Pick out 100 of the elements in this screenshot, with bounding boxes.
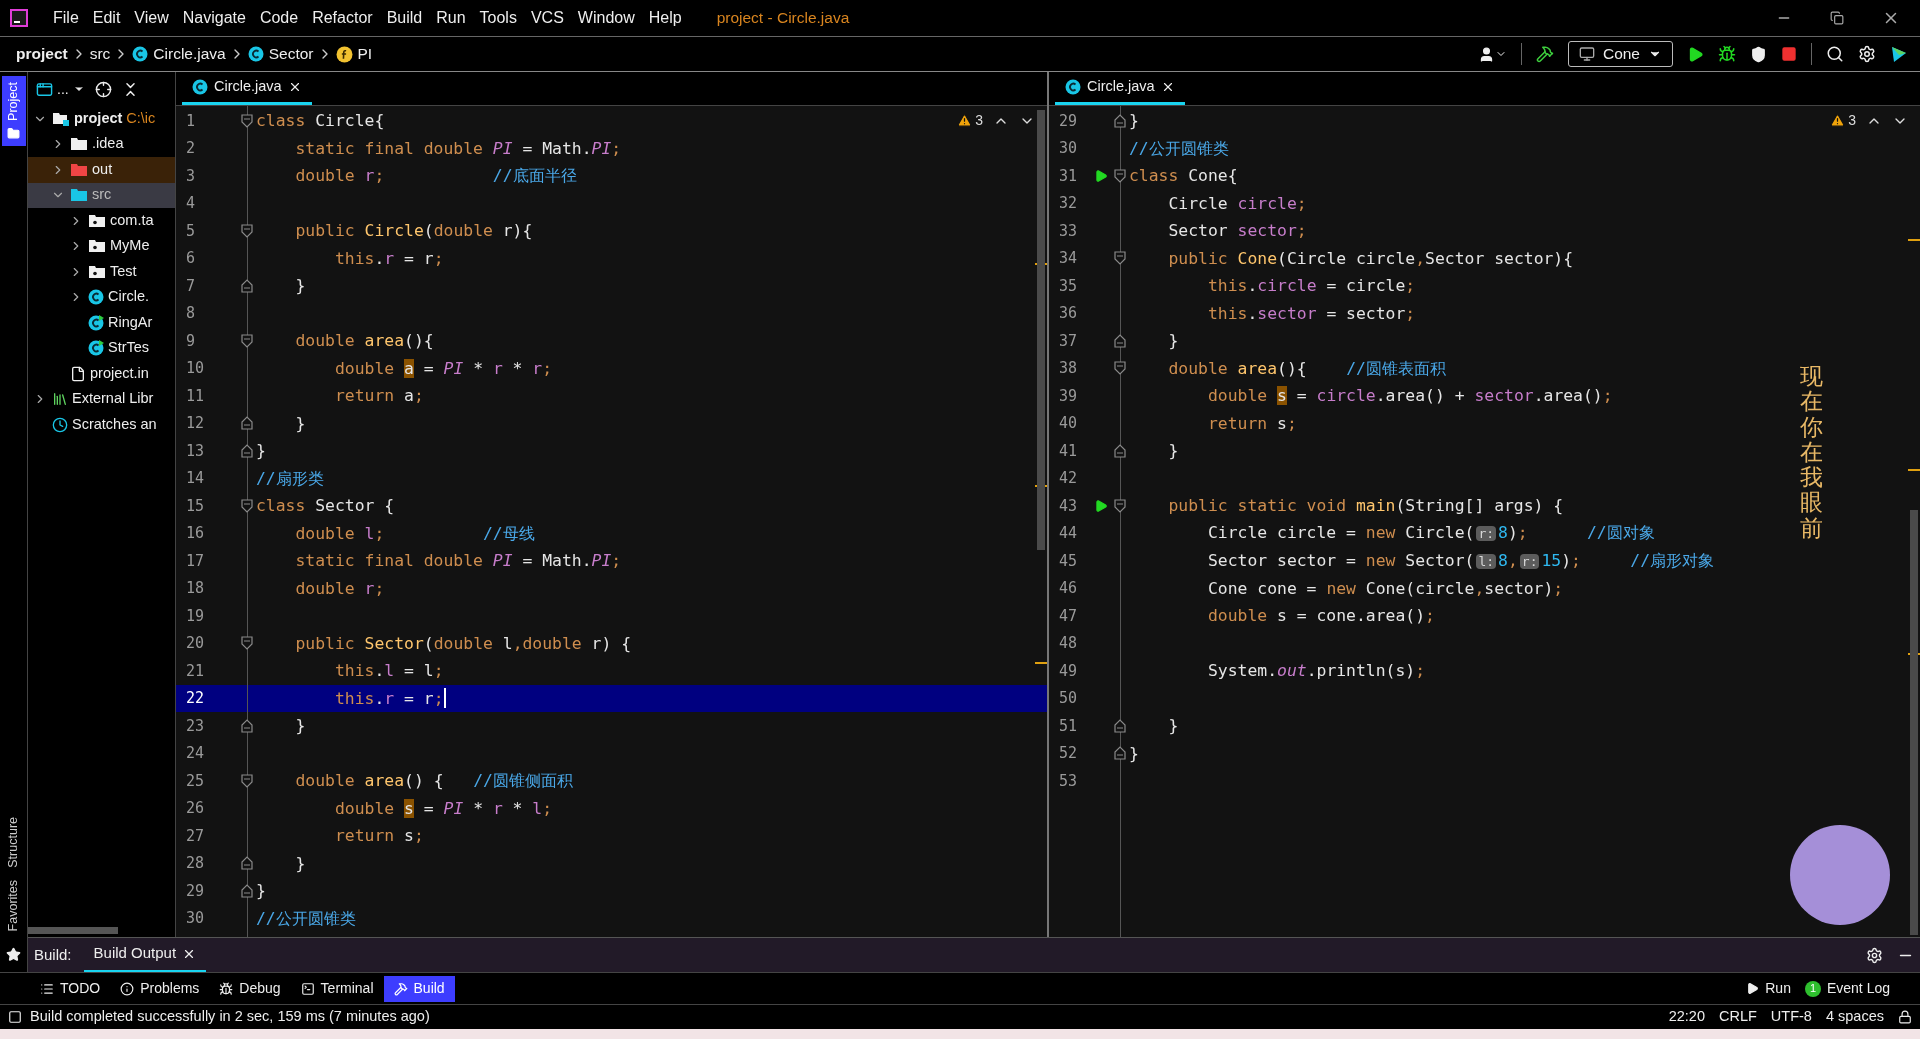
fold-marker-icon[interactable] [1114,746,1126,761]
tool-window-tab[interactable]: 1 Event Log [1804,978,1890,999]
tree-item-label[interactable]: src [92,184,112,207]
fold-marker-icon[interactable] [241,443,253,458]
warning-count[interactable]: 3 [957,110,983,131]
scrollbar-thumb[interactable] [1037,110,1045,550]
tool-window-tab[interactable]: Build [383,975,455,1002]
fold-marker-icon[interactable] [1114,333,1126,348]
tree-item-label[interactable]: RingAr [108,311,153,334]
menu-item[interactable]: VCS [523,6,571,30]
lock-icon[interactable] [1898,1010,1912,1024]
fold-marker-icon[interactable] [1114,113,1126,128]
side-tab[interactable]: Project [1,76,26,146]
tree-item-label[interactable]: com.ta [110,209,154,232]
tree-item-label[interactable]: Circle. [108,286,150,309]
fold-marker-icon[interactable] [241,113,253,128]
tree-item-label[interactable]: Test [110,260,137,283]
tool-window-tab[interactable]: Terminal [290,975,384,1002]
fold-marker-icon[interactable] [241,883,253,898]
status-item[interactable]: UTF-8 [1770,1006,1812,1028]
warning-count[interactable]: 3 [1830,110,1856,131]
hammer-icon[interactable] [1535,45,1554,63]
app-logo-icon [10,9,28,27]
fold-marker-icon[interactable] [241,498,253,513]
tree-item-label[interactable]: project [74,107,123,130]
tree-item-label[interactable]: Scratches an [72,413,157,436]
search-icon[interactable] [1826,45,1844,63]
code-line: Circle circle; [1167,192,1307,215]
breadcrumb[interactable]: src [89,42,111,66]
fold-marker-icon[interactable] [241,223,253,238]
menu-item[interactable]: Build [379,6,430,30]
logo-icon[interactable] [1890,45,1908,63]
breadcrumb[interactable]: Circle.java [132,42,226,66]
fold-marker-icon[interactable] [1114,718,1126,733]
line-number: 28 [185,853,206,874]
fold-marker-icon[interactable] [1114,168,1126,183]
menu-item[interactable]: Edit [85,6,128,30]
build-output-tab[interactable]: Build Output [83,937,207,973]
menu-item[interactable]: Help [641,6,689,30]
line-number: 29 [1058,110,1079,132]
side-tab[interactable]: Favorites [1,873,26,937]
menu-item[interactable]: View [127,6,176,30]
settings-icon[interactable] [1858,45,1876,63]
menu-item[interactable]: Tools [472,6,524,30]
stop-icon[interactable] [1781,46,1797,62]
fold-marker-icon[interactable] [241,278,253,293]
tool-window-tab[interactable]: Debug [209,975,291,1002]
fold-marker-icon[interactable] [241,718,253,733]
breadcrumb[interactable]: project [16,42,68,66]
fold-marker-icon[interactable] [1114,251,1126,266]
tool-window-tab[interactable]: Problems [110,975,210,1002]
tree-item-label[interactable]: .idea [92,133,124,156]
tree-item-label[interactable]: out [92,158,113,181]
status-item[interactable]: CRLF [1719,1006,1757,1028]
side-tab[interactable]: Structure [1,810,26,874]
run-config-dropdown[interactable]: Cone [1567,41,1673,67]
debug-icon[interactable] [1718,45,1736,63]
locate-icon[interactable] [94,80,112,98]
editor-tab[interactable]: Circle.java [182,72,312,105]
fold-marker-icon[interactable] [241,636,253,651]
settings-icon[interactable] [1866,946,1883,964]
menu-item[interactable]: Navigate [175,6,253,30]
run-icon[interactable] [1094,498,1108,513]
tool-window-tab[interactable]: TODO [30,975,111,1002]
fold-marker-icon[interactable] [241,773,253,788]
editor-tab[interactable]: Circle.java [1055,72,1185,105]
panel-toggle-icon[interactable] [8,1010,22,1024]
star-icon[interactable] [6,947,21,962]
view-dropdown[interactable]: ... [36,78,85,100]
tree-item-label[interactable]: project.in [90,362,149,385]
tree-item-label[interactable]: StrTes [108,337,150,360]
tree-item-label[interactable]: External Libr [72,388,154,411]
fold-marker-icon[interactable] [1114,361,1126,376]
status-item[interactable]: 4 spaces [1825,1006,1884,1028]
menu-item[interactable]: Code [252,6,306,30]
fold-marker-icon[interactable] [1114,498,1126,513]
restore-icon[interactable] [1830,11,1844,25]
line-number: 24 [185,743,206,764]
menu-item[interactable]: File [46,6,86,30]
fold-marker-icon[interactable] [1114,443,1126,458]
fold-marker-icon[interactable] [241,416,253,431]
menu-item[interactable]: Run [429,6,473,30]
breadcrumb[interactable]: Sector [247,42,314,66]
scrollbar-thumb[interactable] [1910,510,1918,935]
menu-item[interactable]: Refactor [305,6,380,30]
run-icon[interactable] [1094,168,1108,183]
horizontal-scrollbar-thumb[interactable] [28,927,118,934]
run-icon[interactable] [1687,45,1704,63]
code-line: double r; //底面半径 [294,165,577,187]
breadcrumb[interactable]: PI [335,42,373,66]
tool-window-tab[interactable]: Run [1746,978,1791,999]
fold-marker-icon[interactable] [241,856,253,871]
code-line: } [1167,330,1179,352]
tool-tab-icon [393,981,408,996]
tree-item-label[interactable]: MyMe [110,235,150,258]
coverage-icon[interactable] [1750,45,1767,63]
menu-item[interactable]: Window [570,6,642,30]
fold-marker-icon[interactable] [241,333,253,348]
status-item[interactable]: 22:20 [1668,1006,1705,1028]
code-line: public Circle(double r){ [294,220,533,242]
